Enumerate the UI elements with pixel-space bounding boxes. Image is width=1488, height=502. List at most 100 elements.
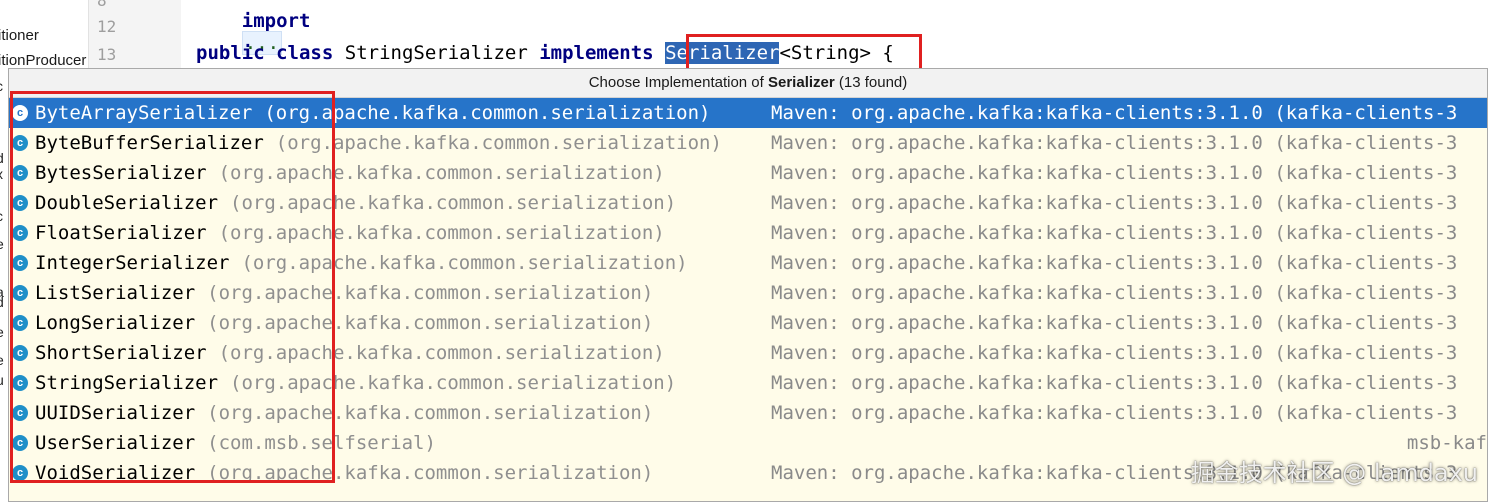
class-library-location: Maven: org.apache.kafka:kafka-clients:3.…	[771, 192, 1458, 214]
implementation-item[interactable]: c IntegerSerializer (org.apache.kafka.comm…	[9, 248, 1487, 278]
class-library-location: Maven: org.apache.kafka:kafka-clients:3.…	[771, 282, 1458, 304]
tree-fragment: c	[0, 208, 3, 224]
implementation-class-name: BytesSerializer (org.apache.kafka.common.…	[35, 158, 665, 188]
class-library-location: Maven: org.apache.kafka:kafka-clients:3.…	[771, 162, 1458, 184]
tree-item[interactable]: itioner	[0, 27, 39, 44]
project-tree-clipped: c d x c e a d e e u	[0, 70, 8, 502]
class-package: (org.apache.kafka.common.serialization)	[218, 342, 665, 364]
tree-fragment: x	[0, 166, 3, 182]
popup-title-count: (13 found)	[834, 74, 908, 91]
implementation-item[interactable]: c DoubleSerializer (org.apache.kafka.commo…	[9, 188, 1487, 218]
popup-title: Choose Implementation of Serializer (13 …	[9, 69, 1487, 98]
generic-type: <String> {	[779, 42, 894, 64]
class-package: (org.apache.kafka.common.serialization)	[218, 222, 665, 244]
implementation-class-name: IntegerSerializer (org.apache.kafka.commo…	[35, 248, 688, 278]
class-simple-name: UserSerializer	[35, 432, 196, 454]
class-package: (org.apache.kafka.common.serialization)	[207, 462, 654, 484]
implementation-class-name: UUIDSerializer (org.apache.kafka.common.s…	[35, 398, 653, 428]
class-name: StringSerializer	[344, 42, 528, 64]
choose-implementation-popup[interactable]: Choose Implementation of Serializer (13 …	[8, 68, 1488, 502]
keyword-implements: implements	[539, 42, 654, 64]
class-simple-name: ListSerializer	[35, 282, 196, 304]
class-icon: c	[12, 435, 28, 451]
implementation-item[interactable]: c LongSerializer (org.apache.kafka.common.…	[9, 308, 1487, 338]
class-library-location: Maven: org.apache.kafka:kafka-clients:3.…	[771, 132, 1458, 154]
code-line-class-declaration: public class StringSerializer implements…	[196, 42, 894, 64]
project-tree: itioner itionProducer	[0, 0, 88, 70]
tree-item[interactable]: itionProducer	[0, 52, 86, 69]
class-library-location: Maven: org.apache.kafka:kafka-clients:3.…	[771, 222, 1458, 244]
class-simple-name: ByteBufferSerializer	[35, 132, 264, 154]
implementation-item[interactable]: c FloatSerializer (org.apache.kafka.common…	[9, 218, 1487, 248]
implementation-class-name: ShortSerializer (org.apache.kafka.common.…	[35, 338, 665, 368]
tree-fragment: e	[0, 324, 4, 340]
class-icon: c	[12, 165, 28, 181]
implementation-item[interactable]: c ByteBufferSerializer (org.apache.kafka.c…	[9, 128, 1487, 158]
class-icon: c	[12, 405, 28, 421]
implementation-item[interactable]: c UUIDSerializer (org.apache.kafka.common.…	[9, 398, 1487, 428]
line-number: 12	[97, 17, 117, 36]
class-simple-name: VoidSerializer	[35, 462, 196, 484]
tree-fragment: u	[0, 372, 4, 388]
implementation-class-name: ByteArraySerializer (org.apache.kafka.com…	[35, 98, 710, 128]
implementation-item[interactable]: c StringSerializer (org.apache.kafka.commo…	[9, 368, 1487, 398]
tree-fragment: e	[0, 352, 4, 368]
code-editor[interactable]: import ... public class StringSerializer…	[181, 0, 1488, 70]
class-library-location: Maven: org.apache.kafka:kafka-clients:3.…	[771, 402, 1458, 424]
class-simple-name: ByteArraySerializer	[35, 102, 253, 124]
class-icon: c	[12, 255, 28, 271]
class-icon: c	[12, 135, 28, 151]
class-package: (org.apache.kafka.common.serialization)	[207, 282, 654, 304]
class-icon: c	[12, 345, 28, 361]
implementation-class-name: VoidSerializer (org.apache.kafka.common.s…	[35, 458, 653, 488]
implementation-class-name: DoubleSerializer (org.apache.kafka.common…	[35, 188, 676, 218]
implementation-item[interactable]: c BytesSerializer (org.apache.kafka.common…	[9, 158, 1487, 188]
tree-fragment: e	[0, 236, 4, 252]
implementation-item[interactable]: c ShortSerializer (org.apache.kafka.common…	[9, 338, 1487, 368]
class-simple-name: LongSerializer	[35, 312, 196, 334]
class-icon: c	[12, 375, 28, 391]
implementation-class-name: ByteBufferSerializer (org.apache.kafka.co…	[35, 128, 722, 158]
class-simple-name: FloatSerializer	[35, 222, 207, 244]
tree-fragment: c	[0, 78, 3, 94]
class-icon: c	[12, 285, 28, 301]
class-package: (org.apache.kafka.common.serialization)	[230, 372, 677, 394]
keyword-import: import	[241, 10, 311, 32]
class-library-location: Maven: org.apache.kafka:kafka-clients:3.…	[771, 312, 1458, 334]
watermark: 掘金技术社区 @ lamdaxu	[1190, 459, 1478, 487]
implementation-item[interactable]: c ListSerializer (org.apache.kafka.common.…	[9, 278, 1487, 308]
class-simple-name: StringSerializer	[35, 372, 219, 394]
class-simple-name: UUIDSerializer	[35, 402, 196, 424]
popup-title-target: Serializer	[768, 74, 835, 91]
class-package: (org.apache.kafka.common.serialization)	[241, 252, 688, 274]
selected-interface[interactable]: Serializer	[665, 42, 780, 64]
implementation-item[interactable]: c ByteArraySerializer (org.apache.kafka.co…	[9, 98, 1487, 128]
class-library-location: Maven: org.apache.kafka:kafka-clients:3.…	[771, 342, 1458, 364]
implementation-class-name: ListSerializer (org.apache.kafka.common.s…	[35, 278, 653, 308]
class-icon: c	[12, 315, 28, 331]
class-package: (org.apache.kafka.common.serialization)	[275, 132, 722, 154]
class-package: (org.apache.kafka.common.serialization)	[230, 192, 677, 214]
class-library-location: Maven: org.apache.kafka:kafka-clients:3.…	[771, 372, 1458, 394]
implementation-class-name: UserSerializer (com.msb.selfserial)	[35, 428, 436, 458]
implementation-class-name: FloatSerializer (org.apache.kafka.common.…	[35, 218, 665, 248]
keyword-public: public	[196, 42, 265, 64]
class-package: (org.apache.kafka.common.serialization)	[207, 402, 654, 424]
class-package: (org.apache.kafka.common.serialization)	[207, 312, 654, 334]
class-simple-name: BytesSerializer	[35, 162, 207, 184]
class-icon: c	[12, 105, 28, 121]
class-package: (org.apache.kafka.common.serialization)	[264, 102, 711, 124]
keyword-class: class	[276, 42, 334, 64]
popup-title-prefix: Choose Implementation of	[588, 74, 768, 91]
class-icon: c	[12, 225, 28, 241]
class-icon: c	[12, 465, 28, 481]
class-library-location: Maven: org.apache.kafka:kafka-clients:3.…	[771, 102, 1458, 124]
editor-gutter: 8 12 13	[88, 0, 181, 70]
class-package: (com.msb.selfserial)	[207, 432, 436, 454]
class-simple-name: DoubleSerializer	[35, 192, 219, 214]
implementation-list[interactable]: c ByteArraySerializer (org.apache.kafka.co…	[9, 98, 1487, 488]
class-simple-name: IntegerSerializer	[35, 252, 230, 274]
class-icon: c	[12, 195, 28, 211]
class-package: (org.apache.kafka.common.serialization)	[218, 162, 665, 184]
line-number: 13	[97, 45, 117, 64]
